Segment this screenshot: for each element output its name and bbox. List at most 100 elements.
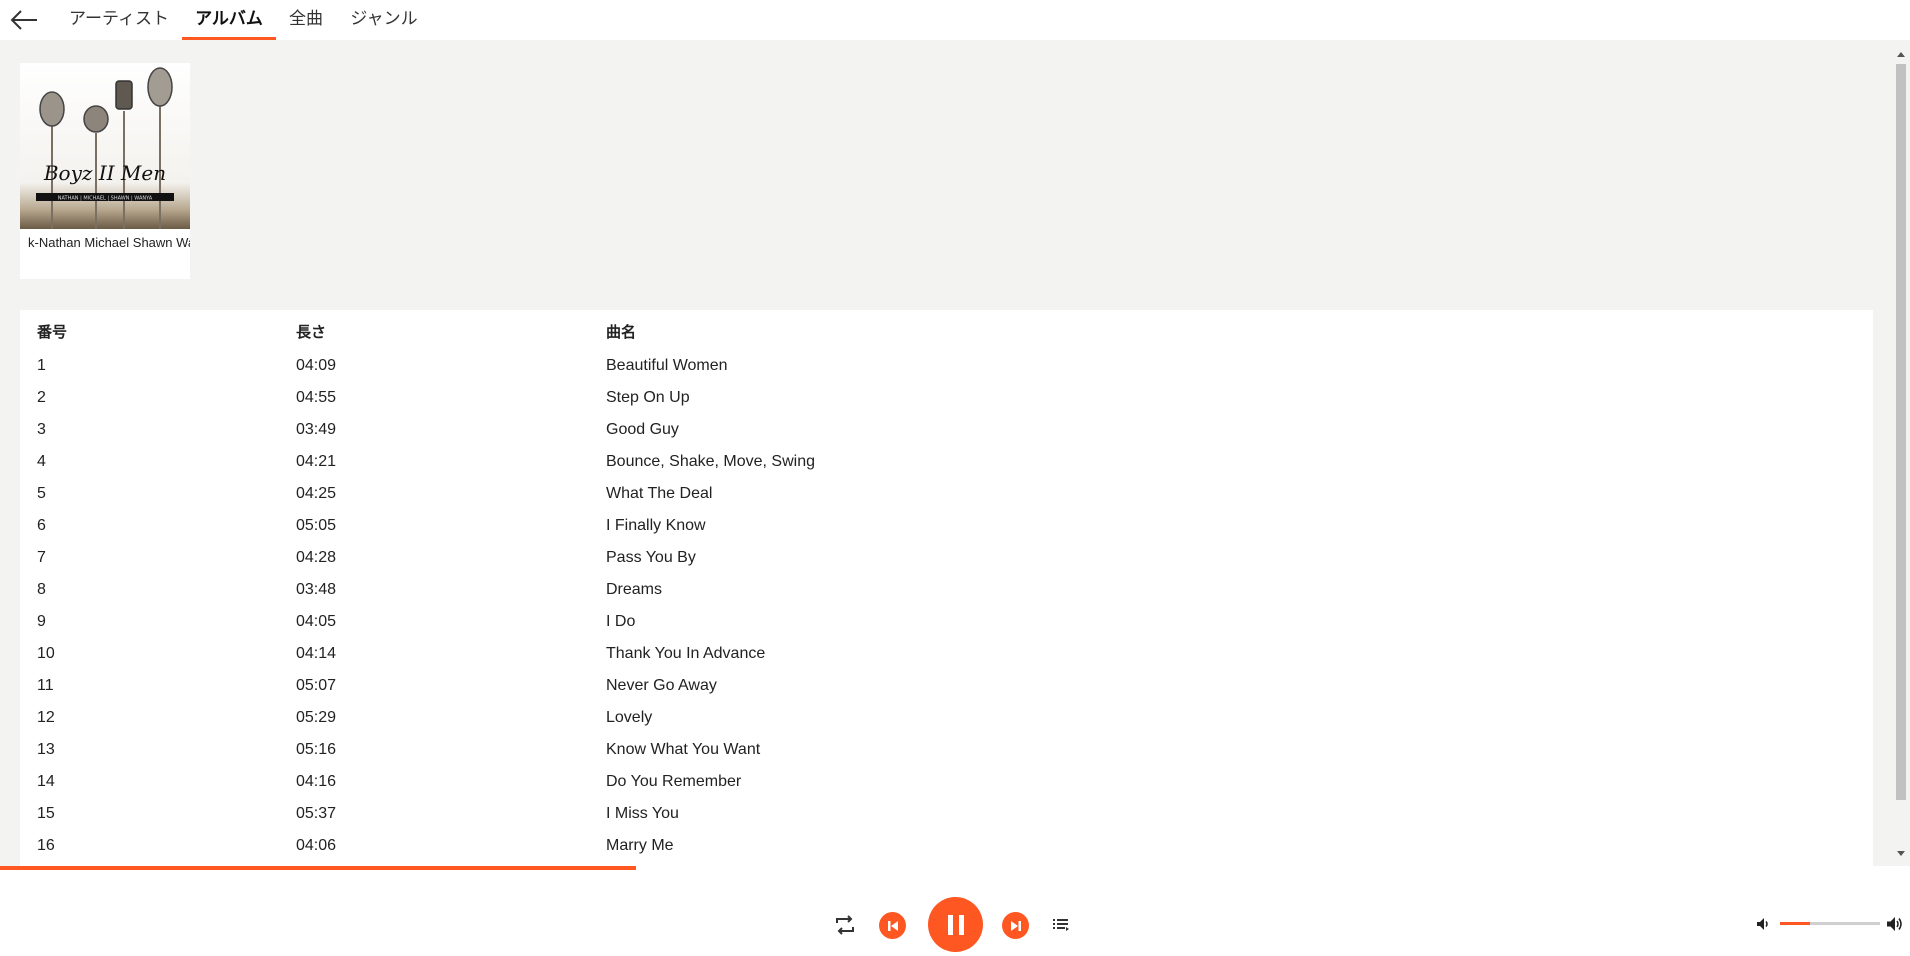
track-number: 10 (37, 645, 55, 662)
track-number: 5 (37, 485, 46, 502)
track-number: 8 (37, 581, 46, 598)
track-length: 05:37 (296, 805, 337, 822)
track-title: I Miss You (606, 805, 679, 822)
track-row[interactable]: 1 04:09 Beautiful Women (20, 350, 1873, 382)
track-row[interactable]: 8 03:48 Dreams (20, 574, 1873, 606)
track-length: 05:29 (296, 709, 337, 726)
track-length: 04:25 (296, 485, 337, 502)
track-title: Step On Up (606, 389, 690, 406)
track-number: 6 (37, 517, 46, 534)
track-length: 05:16 (296, 741, 337, 758)
track-row[interactable]: 11 05:07 Never Go Away (20, 670, 1873, 702)
track-length: 05:07 (296, 677, 337, 694)
track-length: 04:28 (296, 549, 337, 566)
previous-button[interactable] (879, 912, 906, 939)
track-title: I Do (606, 613, 636, 630)
repeat-icon (836, 915, 854, 935)
track-number: 11 (37, 677, 54, 694)
track-length: 03:49 (296, 421, 337, 438)
track-length: 05:05 (296, 517, 337, 534)
play-pause-button[interactable] (928, 897, 983, 952)
album-cover-image: Boyz II Men NATHAN | MICHAEL | SHAWN | W… (20, 63, 190, 229)
tab-genre[interactable]: ジャンル (344, 0, 424, 40)
track-title: Pass You By (606, 549, 696, 566)
content-area: Boyz II Men NATHAN | MICHAEL | SHAWN | W… (0, 40, 1892, 868)
track-length: 04:06 (296, 837, 337, 854)
repeat-button[interactable] (830, 910, 860, 940)
track-title: Know What You Want (606, 741, 761, 758)
track-length: 04:14 (296, 645, 337, 662)
skip-previous-icon (887, 920, 898, 931)
track-title: Good Guy (606, 421, 679, 438)
vertical-scrollbar[interactable] (1892, 40, 1910, 868)
track-number: 16 (37, 837, 55, 854)
track-number: 3 (37, 421, 46, 438)
track-length: 04:09 (296, 357, 337, 374)
track-number: 2 (37, 389, 46, 406)
album-art-title: Boyz II Men (43, 161, 166, 185)
queue-list-icon (1053, 919, 1069, 931)
track-row[interactable]: 7 04:28 Pass You By (20, 542, 1873, 574)
track-length: 03:48 (296, 581, 337, 598)
track-number: 13 (37, 741, 55, 758)
track-row[interactable]: 3 03:49 Good Guy (20, 414, 1873, 446)
volume-low-button[interactable] (1752, 914, 1774, 934)
track-number: 4 (37, 453, 46, 470)
volume-high-icon (1887, 917, 1902, 931)
track-row[interactable]: 16 04:06 Marry Me (20, 830, 1873, 862)
volume-low-icon (1757, 918, 1768, 930)
track-table: 番号 長さ 曲名 1 04:09 Beautiful Women 2 04:55 Step… (20, 310, 1873, 862)
track-row[interactable]: 4 04:21 Bounce, Shake, Move, Swing (20, 446, 1873, 478)
track-title: What The Deal (606, 485, 713, 502)
top-nav: アーティスト アルバム 全曲 ジャンル (0, 0, 1910, 40)
next-button[interactable] (1002, 912, 1029, 939)
track-number: 15 (37, 805, 55, 822)
scroll-down-arrow-icon[interactable] (1897, 851, 1905, 856)
track-number: 14 (37, 773, 55, 790)
track-length: 04:55 (296, 389, 337, 406)
skip-next-icon (1010, 920, 1021, 931)
queue-button[interactable] (1048, 912, 1074, 938)
volume-slider[interactable] (1780, 922, 1880, 925)
volume-slider-fill (1780, 922, 1810, 925)
track-length: 04:21 (296, 453, 337, 470)
arrow-left-icon (10, 10, 37, 30)
scroll-up-arrow-icon[interactable] (1897, 52, 1905, 57)
track-number: 9 (37, 613, 46, 630)
track-title: I Finally Know (606, 517, 706, 534)
track-row[interactable]: 13 05:16 Know What You Want (20, 734, 1873, 766)
track-title: Do You Remember (606, 773, 742, 790)
track-table-header: 番号 長さ 曲名 (20, 310, 1873, 350)
track-row[interactable]: 10 04:14 Thank You In Advance (20, 638, 1873, 670)
track-row[interactable]: 5 04:25 What The Deal (20, 478, 1873, 510)
track-number: 1 (37, 357, 46, 374)
scrollbar-thumb[interactable] (1896, 64, 1906, 800)
album-card[interactable]: Boyz II Men NATHAN | MICHAEL | SHAWN | W… (20, 63, 190, 279)
volume-high-button[interactable] (1884, 913, 1906, 935)
track-row[interactable]: 9 04:05 I Do (20, 606, 1873, 638)
track-title: Never Go Away (606, 677, 717, 694)
track-title: Bounce, Shake, Move, Swing (606, 453, 816, 470)
track-title: Dreams (606, 581, 663, 598)
track-list-panel: 番号 長さ 曲名 1 04:09 Beautiful Women 2 04:55 Step… (20, 310, 1873, 868)
track-row[interactable]: 2 04:55 Step On Up (20, 382, 1873, 414)
track-length: 04:05 (296, 613, 337, 630)
track-row[interactable]: 6 05:05 I Finally Know (20, 510, 1873, 542)
track-title: Thank You In Advance (606, 645, 766, 662)
player-bar (0, 870, 1910, 956)
back-button[interactable] (8, 6, 40, 34)
tab-all-songs[interactable]: 全曲 (284, 0, 328, 40)
track-number: 7 (37, 549, 46, 566)
track-title: Beautiful Women (606, 357, 728, 374)
tab-album[interactable]: アルバム (182, 0, 276, 40)
track-number: 12 (37, 709, 55, 726)
track-row[interactable]: 12 05:29 Lovely (20, 702, 1873, 734)
tab-artist[interactable]: アーティスト (64, 0, 174, 40)
album-art-subtitle: NATHAN | MICHAEL | SHAWN | WANYA (58, 196, 153, 202)
track-length: 04:16 (296, 773, 337, 790)
track-row[interactable]: 15 05:37 I Miss You (20, 798, 1873, 830)
album-label: k-Nathan Michael Shawn Wanya (28, 235, 190, 250)
pause-icon (947, 914, 964, 935)
track-row[interactable]: 14 04:16 Do You Remember (20, 766, 1873, 798)
track-title: Marry Me (606, 837, 674, 854)
